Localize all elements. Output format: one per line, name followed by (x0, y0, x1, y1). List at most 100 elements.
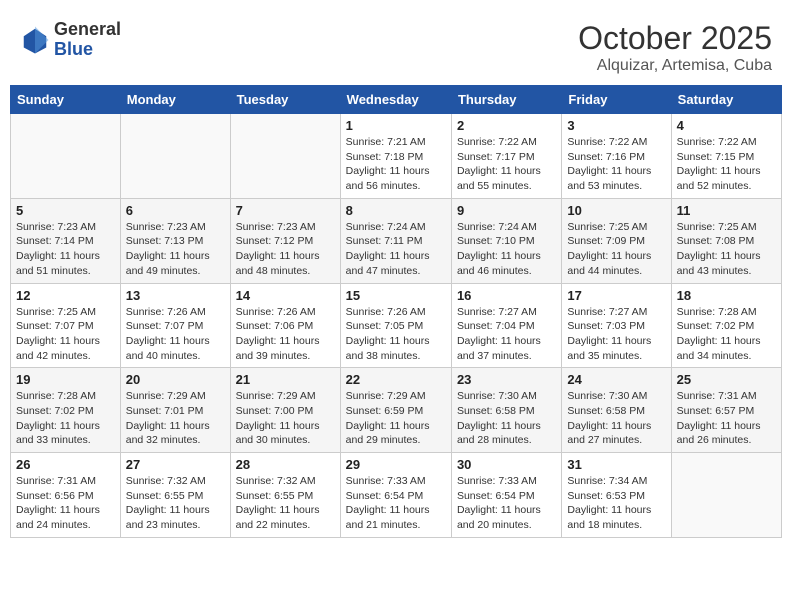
day-info: Sunrise: 7:22 AMSunset: 7:16 PMDaylight:… (567, 135, 665, 194)
calendar-cell: 6 Sunrise: 7:23 AMSunset: 7:13 PMDaylight… (120, 198, 230, 283)
day-info: Sunrise: 7:30 AMSunset: 6:58 PMDaylight:… (457, 389, 556, 448)
calendar-week-1: 1 Sunrise: 7:21 AMSunset: 7:18 PMDaylight… (11, 114, 782, 199)
day-info: Sunrise: 7:23 AMSunset: 7:14 PMDaylight:… (16, 220, 115, 279)
weekday-header-tuesday: Tuesday (230, 86, 340, 114)
day-info: Sunrise: 7:24 AMSunset: 7:11 PMDaylight:… (346, 220, 446, 279)
day-info: Sunrise: 7:33 AMSunset: 6:54 PMDaylight:… (346, 474, 446, 533)
day-number: 8 (346, 203, 446, 218)
day-info: Sunrise: 7:29 AMSunset: 7:00 PMDaylight:… (236, 389, 335, 448)
day-info: Sunrise: 7:28 AMSunset: 7:02 PMDaylight:… (677, 305, 776, 364)
day-info: Sunrise: 7:26 AMSunset: 7:06 PMDaylight:… (236, 305, 335, 364)
day-number: 17 (567, 288, 665, 303)
day-number: 7 (236, 203, 335, 218)
day-info: Sunrise: 7:26 AMSunset: 7:07 PMDaylight:… (126, 305, 225, 364)
month-title: October 2025 (578, 20, 772, 57)
calendar-cell: 8 Sunrise: 7:24 AMSunset: 7:11 PMDaylight… (340, 198, 451, 283)
calendar-cell: 19 Sunrise: 7:28 AMSunset: 7:02 PMDayligh… (11, 368, 121, 453)
calendar-cell: 12Sunrise: 7:25 AMSunset: 7:07 PMDayligh… (11, 283, 121, 368)
logo: General Blue (20, 20, 121, 60)
calendar-cell: 13 Sunrise: 7:26 AMSunset: 7:07 PMDayligh… (120, 283, 230, 368)
day-number: 11 (677, 203, 776, 218)
day-info: Sunrise: 7:30 AMSunset: 6:58 PMDaylight:… (567, 389, 665, 448)
page-header: General Blue October 2025 Alquizar, Arte… (10, 10, 782, 80)
day-info: Sunrise: 7:24 AMSunset: 7:10 PMDaylight:… (457, 220, 556, 279)
day-number: 29 (346, 457, 446, 472)
calendar-cell: 23 Sunrise: 7:30 AMSunset: 6:58 PMDayligh… (451, 368, 561, 453)
day-number: 24 (567, 372, 665, 387)
calendar-cell (671, 453, 781, 538)
day-number: 6 (126, 203, 225, 218)
day-number: 25 (677, 372, 776, 387)
calendar-cell: 14 Sunrise: 7:26 AMSunset: 7:06 PMDayligh… (230, 283, 340, 368)
day-number: 26 (16, 457, 115, 472)
day-number: 23 (457, 372, 556, 387)
day-info: Sunrise: 7:31 AMSunset: 6:57 PMDaylight:… (677, 389, 776, 448)
day-number: 16 (457, 288, 556, 303)
day-info: Sunrise: 7:25 AMSunset: 7:08 PMDaylight:… (677, 220, 776, 279)
calendar-cell: 18 Sunrise: 7:28 AMSunset: 7:02 PMDayligh… (671, 283, 781, 368)
day-info: Sunrise: 7:32 AMSunset: 6:55 PMDaylight:… (126, 474, 225, 533)
day-number: 31 (567, 457, 665, 472)
day-number: 19 (16, 372, 115, 387)
calendar-week-5: 26 Sunrise: 7:31 AMSunset: 6:56 PMDayligh… (11, 453, 782, 538)
day-number: 5 (16, 203, 115, 218)
title-block: October 2025 Alquizar, Artemisa, Cuba (578, 20, 772, 75)
logo-blue: Blue (54, 40, 121, 60)
day-number: 21 (236, 372, 335, 387)
calendar-cell: 2Sunrise: 7:22 AMSunset: 7:17 PMDaylight… (451, 114, 561, 199)
day-info: Sunrise: 7:22 AMSunset: 7:17 PMDaylight:… (457, 135, 556, 194)
calendar-cell: 9Sunrise: 7:24 AMSunset: 7:10 PMDaylight… (451, 198, 561, 283)
calendar-cell: 4Sunrise: 7:22 AMSunset: 7:15 PMDaylight… (671, 114, 781, 199)
calendar-cell: 29 Sunrise: 7:33 AMSunset: 6:54 PMDayligh… (340, 453, 451, 538)
day-info: Sunrise: 7:22 AMSunset: 7:15 PMDaylight:… (677, 135, 776, 194)
day-number: 3 (567, 118, 665, 133)
calendar-cell: 17Sunrise: 7:27 AMSunset: 7:03 PMDayligh… (562, 283, 671, 368)
calendar-cell: 3 Sunrise: 7:22 AMSunset: 7:16 PMDaylight… (562, 114, 671, 199)
location-title: Alquizar, Artemisa, Cuba (578, 57, 772, 75)
calendar-week-3: 12Sunrise: 7:25 AMSunset: 7:07 PMDayligh… (11, 283, 782, 368)
day-number: 30 (457, 457, 556, 472)
day-info: Sunrise: 7:29 AMSunset: 7:01 PMDaylight:… (126, 389, 225, 448)
day-number: 27 (126, 457, 225, 472)
day-info: Sunrise: 7:33 AMSunset: 6:54 PMDaylight:… (457, 474, 556, 533)
day-number: 18 (677, 288, 776, 303)
weekday-header-thursday: Thursday (451, 86, 561, 114)
day-number: 12 (16, 288, 115, 303)
calendar-cell: 30 Sunrise: 7:33 AMSunset: 6:54 PMDayligh… (451, 453, 561, 538)
day-info: Sunrise: 7:21 AMSunset: 7:18 PMDaylight:… (346, 135, 446, 194)
calendar-cell: 10 Sunrise: 7:25 AMSunset: 7:09 PMDayligh… (562, 198, 671, 283)
calendar-week-4: 19 Sunrise: 7:28 AMSunset: 7:02 PMDayligh… (11, 368, 782, 453)
logo-general: General (54, 20, 121, 40)
day-info: Sunrise: 7:34 AMSunset: 6:53 PMDaylight:… (567, 474, 665, 533)
weekday-header-wednesday: Wednesday (340, 86, 451, 114)
day-number: 13 (126, 288, 225, 303)
calendar-cell (230, 114, 340, 199)
day-info: Sunrise: 7:23 AMSunset: 7:13 PMDaylight:… (126, 220, 225, 279)
day-number: 15 (346, 288, 446, 303)
calendar-cell: 21 Sunrise: 7:29 AMSunset: 7:00 PMDayligh… (230, 368, 340, 453)
day-info: Sunrise: 7:31 AMSunset: 6:56 PMDaylight:… (16, 474, 115, 533)
weekday-header-saturday: Saturday (671, 86, 781, 114)
day-number: 28 (236, 457, 335, 472)
calendar-cell: 7Sunrise: 7:23 AMSunset: 7:12 PMDaylight… (230, 198, 340, 283)
day-info: Sunrise: 7:26 AMSunset: 7:05 PMDaylight:… (346, 305, 446, 364)
calendar-cell: 22 Sunrise: 7:29 AMSunset: 6:59 PMDayligh… (340, 368, 451, 453)
calendar-cell: 28Sunrise: 7:32 AMSunset: 6:55 PMDayligh… (230, 453, 340, 538)
calendar-cell (11, 114, 121, 199)
weekday-header-row: SundayMondayTuesdayWednesdayThursdayFrid… (11, 86, 782, 114)
weekday-header-sunday: Sunday (11, 86, 121, 114)
weekday-header-friday: Friday (562, 86, 671, 114)
day-number: 22 (346, 372, 446, 387)
day-number: 20 (126, 372, 225, 387)
logo-icon (20, 25, 50, 55)
day-number: 14 (236, 288, 335, 303)
day-info: Sunrise: 7:27 AMSunset: 7:04 PMDaylight:… (457, 305, 556, 364)
day-info: Sunrise: 7:25 AMSunset: 7:09 PMDaylight:… (567, 220, 665, 279)
calendar-cell: 25 Sunrise: 7:31 AMSunset: 6:57 PMDayligh… (671, 368, 781, 453)
day-number: 1 (346, 118, 446, 133)
day-number: 10 (567, 203, 665, 218)
calendar-cell: 31 Sunrise: 7:34 AMSunset: 6:53 PMDayligh… (562, 453, 671, 538)
calendar-cell: 27 Sunrise: 7:32 AMSunset: 6:55 PMDayligh… (120, 453, 230, 538)
day-info: Sunrise: 7:29 AMSunset: 6:59 PMDaylight:… (346, 389, 446, 448)
day-info: Sunrise: 7:28 AMSunset: 7:02 PMDaylight:… (16, 389, 115, 448)
